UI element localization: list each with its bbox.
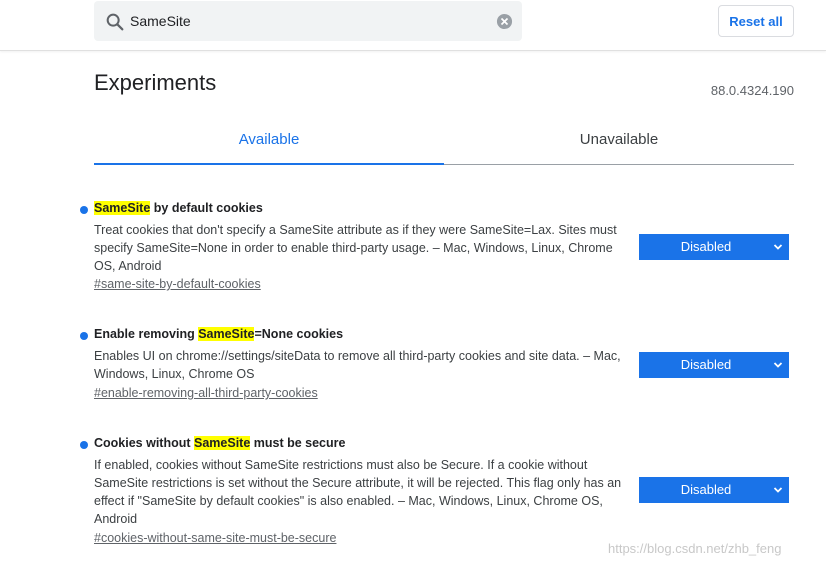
title-text: Cookies without xyxy=(94,436,194,450)
experiment-state-select[interactable]: Disabled xyxy=(639,234,789,260)
experiment-description: Enables UI on chrome://settings/siteData… xyxy=(94,349,621,381)
experiment-state-select[interactable]: Disabled xyxy=(639,477,789,503)
experiment-same-site-by-default-cookies: SameSite by default cookies Treat cookie… xyxy=(80,201,800,297)
select-value: Disabled xyxy=(680,239,732,254)
tab-unavailable[interactable]: Unavailable xyxy=(444,116,794,164)
search-box[interactable] xyxy=(94,1,522,41)
title-text: =None cookies xyxy=(254,327,344,341)
search-icon xyxy=(106,13,124,31)
tab-available[interactable]: Available xyxy=(94,116,444,165)
experiment-title: Enable removing SameSite=None cookies xyxy=(94,327,343,341)
tab-bar: Available Unavailable xyxy=(94,116,794,165)
experiment-enable-removing-all-third-party-cookies: Enable removing SameSite=None cookies En… xyxy=(80,327,800,407)
experiment-status-dot xyxy=(80,441,88,449)
chevron-down-icon xyxy=(773,244,783,250)
title-text: must be secure xyxy=(250,436,346,450)
select-value: Disabled xyxy=(680,482,732,497)
version-label: 88.0.4324.190 xyxy=(710,83,794,98)
title-text: Enable removing xyxy=(94,327,199,341)
select-value: Disabled xyxy=(680,357,732,372)
experiment-permalink[interactable]: #same-site-by-default-cookies xyxy=(94,277,261,291)
experiment-permalink[interactable]: #cookies-without-same-site-must-be-secur… xyxy=(94,531,336,545)
search-highlight: SameSite xyxy=(198,327,255,341)
search-highlight: SameSite xyxy=(94,201,151,215)
reset-all-button[interactable]: Reset all xyxy=(718,5,794,37)
experiment-description: If enabled, cookies without SameSite res… xyxy=(94,458,622,526)
experiment-status-dot xyxy=(80,332,88,340)
experiment-state-select[interactable]: Disabled xyxy=(639,352,789,378)
chevron-down-icon xyxy=(773,487,783,493)
experiment-title: SameSite by default cookies xyxy=(94,201,263,215)
experiment-cookies-without-same-site-must-be-secure: Cookies without SameSite must be secure … xyxy=(80,436,800,550)
experiment-description: Treat cookies that don't specify a SameS… xyxy=(94,223,617,273)
chevron-down-icon xyxy=(773,362,783,368)
title-text: by default cookies xyxy=(150,201,263,215)
experiment-permalink[interactable]: #enable-removing-all-third-party-cookies xyxy=(94,386,318,400)
clear-icon[interactable] xyxy=(496,13,513,30)
page-title: Experiments xyxy=(94,70,217,95)
watermark: https://blog.csdn.net/zhb_feng xyxy=(608,541,782,556)
experiment-status-dot xyxy=(80,206,88,214)
search-input[interactable] xyxy=(130,1,480,41)
experiment-title: Cookies without SameSite must be secure xyxy=(94,436,345,450)
header-bar: Reset all xyxy=(0,0,826,51)
search-highlight: SameSite xyxy=(194,436,251,450)
